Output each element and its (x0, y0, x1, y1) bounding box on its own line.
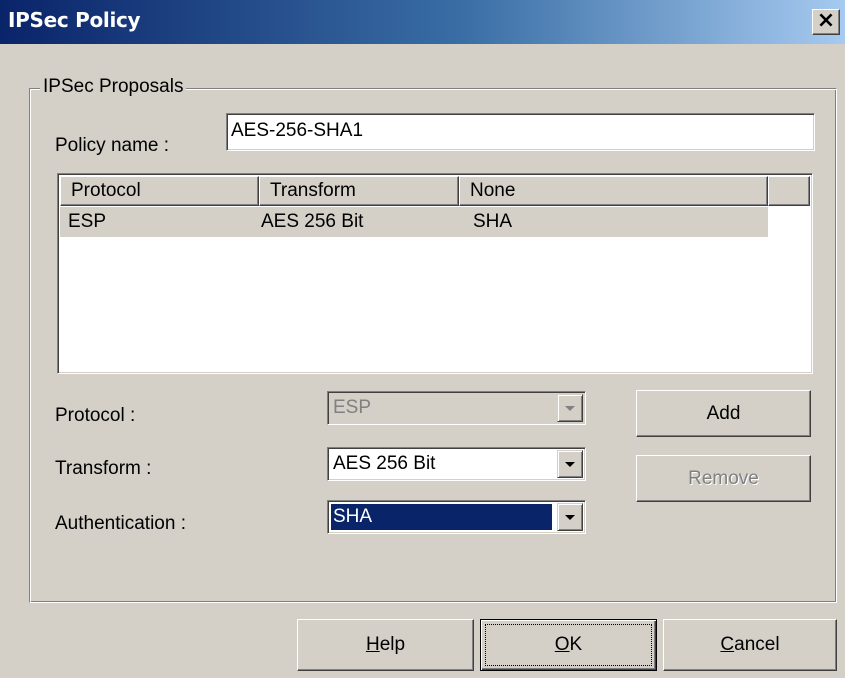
close-icon: × (816, 8, 836, 33)
protocol-select-value: ESP (333, 397, 372, 418)
policy-name-input[interactable]: AES-256-SHA1 (226, 113, 815, 151)
window-title: IPSec Policy (8, 8, 141, 32)
title-bar[interactable]: IPSec Policy × (0, 0, 845, 44)
transform-select-value: AES 256 Bit (333, 453, 436, 474)
protocol-select: ESP (327, 391, 586, 425)
list-item[interactable]: ESP AES 256 Bit SHA (60, 207, 768, 237)
policy-name-label: Policy name : (55, 135, 170, 156)
transform-label: Transform : (55, 458, 152, 479)
groupbox-legend: IPSec Proposals (40, 74, 187, 100)
column-header-filler (768, 176, 810, 206)
cancel-button-mnemonic: C (720, 634, 735, 655)
protocol-label: Protocol : (55, 405, 136, 426)
help-button-label: elp (379, 634, 406, 655)
chevron-down-icon (557, 394, 583, 422)
list-cell-protocol: ESP (68, 211, 107, 232)
column-header-protocol[interactable]: Protocol (60, 176, 259, 206)
focus-rectangle (485, 624, 652, 666)
list-cell-auth: SHA (473, 211, 513, 232)
chevron-down-icon[interactable] (557, 503, 583, 531)
ok-button[interactable]: OK (480, 619, 657, 671)
authentication-select-value: SHA (330, 503, 553, 531)
transform-select[interactable]: AES 256 Bit (327, 447, 586, 481)
help-button-mnemonic: H (365, 634, 380, 655)
help-button[interactable]: Help (297, 619, 474, 671)
list-cell-transform: AES 256 Bit (261, 211, 364, 232)
proposals-listview[interactable]: Protocol Transform None ESP AES 256 Bit … (57, 173, 813, 374)
add-button[interactable]: Add (636, 390, 811, 437)
column-header-transform[interactable]: Transform (259, 176, 459, 206)
cancel-button[interactable]: Cancel (663, 619, 837, 671)
close-button[interactable]: × (812, 9, 840, 35)
chevron-down-icon[interactable] (557, 450, 583, 478)
column-header-auth[interactable]: None (459, 176, 768, 206)
cancel-button-label: ancel (734, 634, 780, 655)
remove-button[interactable]: Remove (636, 455, 811, 502)
authentication-label: Authentication : (55, 513, 186, 534)
authentication-select[interactable]: SHA (327, 500, 586, 534)
